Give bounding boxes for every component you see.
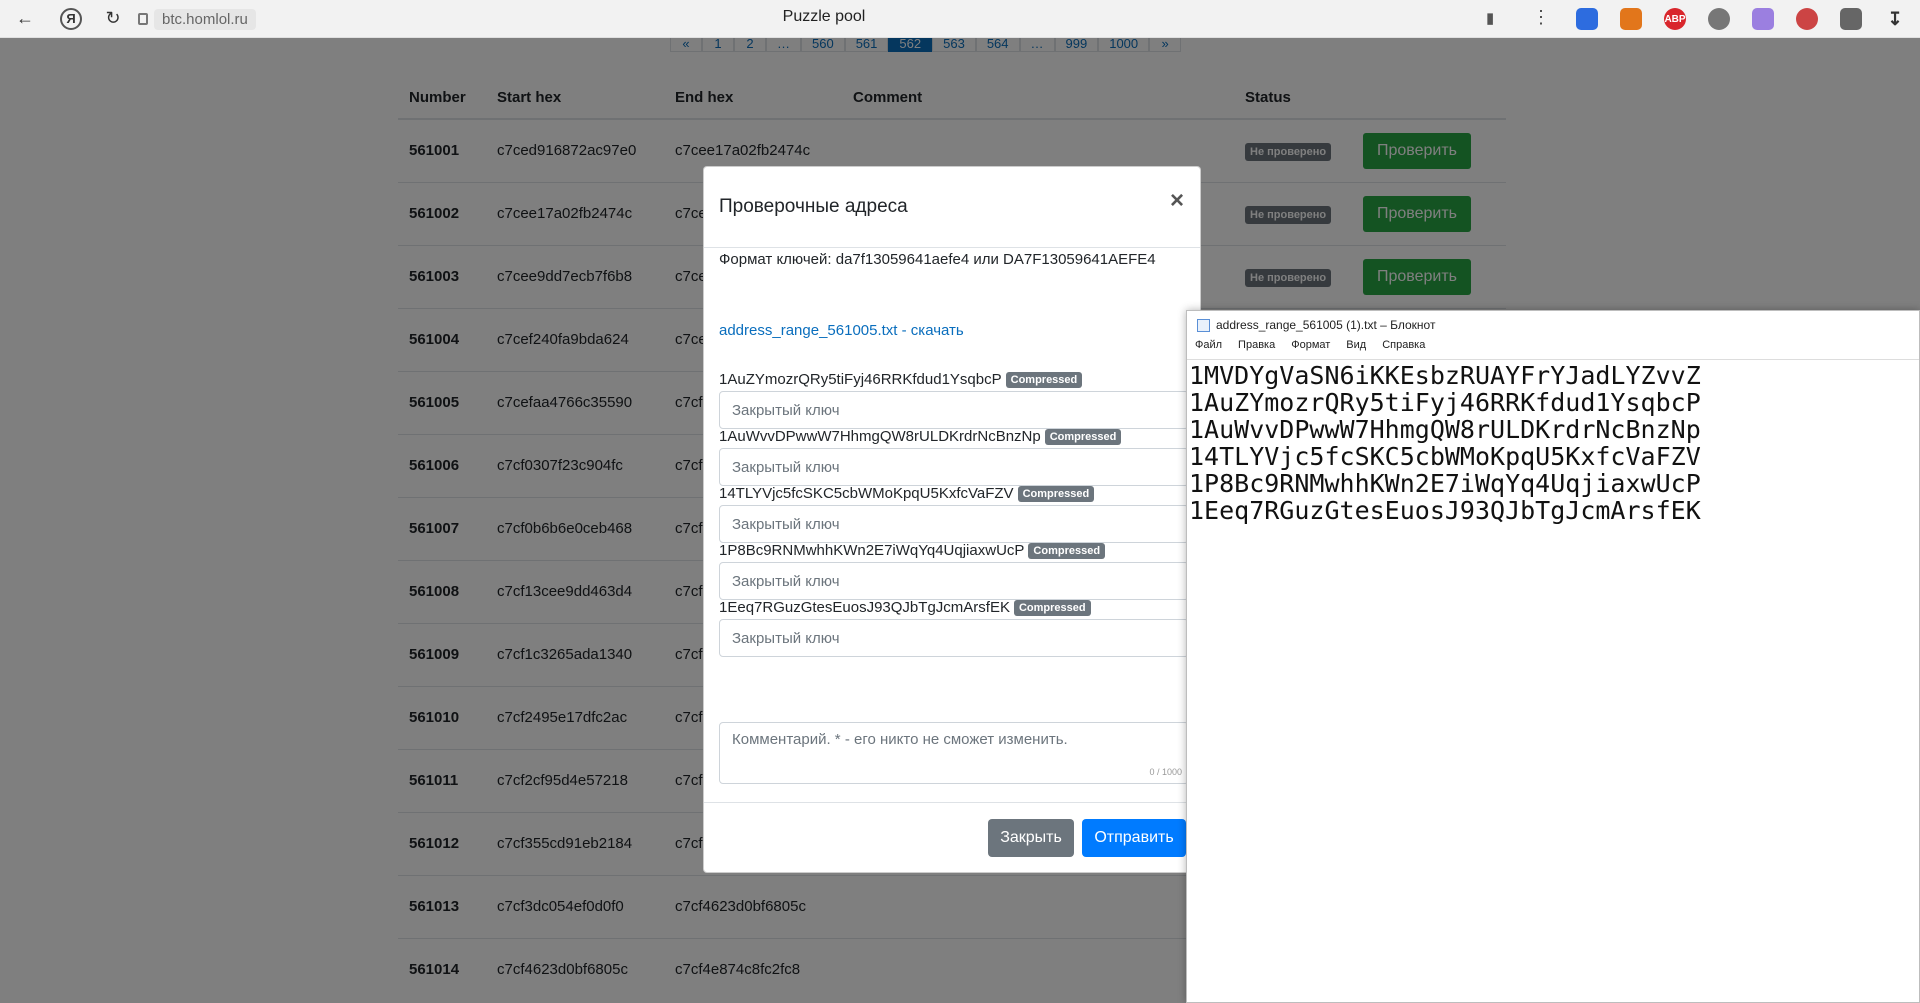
notepad-line: 1AuZYmozrQRy5tiFyj46RRKfdud1YsqbcP — [1189, 388, 1701, 417]
compressed-badge: Compressed — [1013, 599, 1091, 616]
private-key-input[interactable]: Закрытый ключ — [719, 391, 1189, 429]
compressed-badge: Compressed — [1005, 371, 1083, 388]
address-text: 1AuZYmozrQRy5tiFyj46RRKfdud1YsqbcP — [719, 371, 1002, 388]
bookmark-icon[interactable]: ▮ — [1486, 9, 1494, 27]
private-key-input[interactable]: Закрытый ключ — [719, 448, 1189, 486]
check-address-label: 1P8Bc9RNMwhhKWn2E7iWqYq4UqjiaxwUcP Compre… — [719, 542, 1106, 559]
key-placeholder: Закрытый ключ — [732, 572, 840, 590]
address-text: 1AuWvvDPwwW7HhmgQW8rULDKrdrNcBnzNp — [719, 428, 1041, 445]
private-key-input[interactable]: Закрытый ключ — [719, 619, 1189, 657]
notepad-line: 1AuWvvDPwwW7HhmgQW8rULDKrdrNcBnzNp — [1189, 415, 1701, 444]
download-icon[interactable]: ↧ — [1884, 8, 1906, 30]
notepad-text-area[interactable]: 1MVDYgVaSN6iKKEsbzRUAYFrYJadLYZvvZ 1AuZYm… — [1187, 359, 1919, 524]
notepad-titlebar: address_range_561005 (1).txt – Блокнот — [1187, 311, 1919, 339]
close-button[interactable]: Закрыть — [988, 819, 1074, 857]
check-address-label: 1AuZYmozrQRy5tiFyj46RRKfdud1YsqbcP Compre… — [719, 371, 1083, 388]
modal-header: Проверочные адреса — [704, 167, 1200, 248]
compressed-badge: Compressed — [1044, 428, 1122, 445]
metamask-icon[interactable] — [1620, 8, 1642, 30]
extensions-puzzle-icon[interactable] — [1840, 8, 1862, 30]
notepad-line: 14TLYVjc5fcSKC5cbWMoKpqU5KxfcVaFZV — [1189, 442, 1701, 471]
modal-footer-divider — [704, 802, 1200, 803]
compressed-badge: Compressed — [1028, 542, 1106, 559]
extension-icon-4[interactable] — [1708, 8, 1730, 30]
notepad-menu-item[interactable]: Файл — [1195, 339, 1222, 359]
key-placeholder: Закрытый ключ — [732, 458, 840, 476]
address-text: 1Eeq7RGuzGtesEuosJ93QJbTgJcmArsfEK — [719, 599, 1010, 616]
browser-toolbar: ← Я ↻ btc.homlol.ru Puzzle pool ▮ ⋮ ABP … — [0, 0, 1920, 38]
menu-icon[interactable]: ⋮ — [1532, 7, 1550, 28]
private-key-input[interactable]: Закрытый ключ — [719, 562, 1189, 600]
notepad-line: 1MVDYgVaSN6iKKEsbzRUAYFrYJadLYZvvZ — [1189, 361, 1701, 390]
private-key-input[interactable]: Закрытый ключ — [719, 505, 1189, 543]
notepad-menu-item[interactable]: Справка — [1382, 339, 1425, 359]
key-placeholder: Закрытый ключ — [732, 401, 840, 419]
extension-icon-5[interactable] — [1752, 8, 1774, 30]
modal-title: Проверочные адреса — [719, 196, 908, 217]
comment-placeholder: Комментарий. * - его никто не сможет изм… — [732, 731, 1068, 748]
key-placeholder: Закрытый ключ — [732, 515, 840, 533]
extension-icon-1[interactable] — [1576, 8, 1598, 30]
extension-icon-6[interactable] — [1796, 8, 1818, 30]
notepad-menu-item[interactable]: Правка — [1238, 339, 1275, 359]
check-address-label: 14TLYVjc5fcSKC5cbWMoKpqU5KxfcVaFZV Compre… — [719, 485, 1095, 502]
check-address-label: 1AuWvvDPwwW7HhmgQW8rULDKrdrNcBnzNp Compre… — [719, 428, 1122, 445]
notepad-menu-item[interactable]: Формат — [1291, 339, 1330, 359]
notepad-line: 1P8Bc9RNMwhhKWn2E7iWqYq4UqjiaxwUcP — [1189, 469, 1701, 498]
tab-title: Puzzle pool — [782, 8, 866, 25]
notepad-window: address_range_561005 (1).txt – Блокнот Ф… — [1186, 310, 1920, 1003]
close-icon[interactable]: × — [1170, 187, 1184, 215]
notepad-line: 1Eeq7RGuzGtesEuosJ93QJbTgJcmArsfEK — [1189, 496, 1701, 525]
submit-button[interactable]: Отправить — [1082, 819, 1186, 857]
notepad-menubar: Файл Правка Формат Вид Справка — [1187, 339, 1919, 359]
check-addresses-modal: Проверочные адреса × Формат ключей: da7f… — [703, 166, 1201, 873]
address-text: 1P8Bc9RNMwhhKWn2E7iWqYq4UqjiaxwUcP — [719, 542, 1025, 559]
adblock-icon[interactable]: ABP — [1664, 8, 1686, 30]
address-text: 14TLYVjc5fcSKC5cbWMoKpqU5KxfcVaFZV — [719, 485, 1014, 502]
compressed-badge: Compressed — [1017, 485, 1095, 502]
download-link[interactable]: address_range_561005.txt - скачать — [719, 322, 964, 339]
comment-field[interactable]: Комментарий. * - его никто не сможет изм… — [719, 722, 1189, 784]
key-placeholder: Закрытый ключ — [732, 629, 840, 647]
comment-counter: 0 / 1000 — [1149, 767, 1182, 777]
notepad-menu-item[interactable]: Вид — [1346, 339, 1366, 359]
key-format-text: Формат ключей: da7f13059641aefe4 или DA7… — [719, 251, 1156, 268]
notepad-icon — [1197, 318, 1210, 332]
notepad-title: address_range_561005 (1).txt – Блокнот — [1216, 318, 1436, 332]
check-address-label: 1Eeq7RGuzGtesEuosJ93QJbTgJcmArsfEK Compre… — [719, 599, 1091, 616]
